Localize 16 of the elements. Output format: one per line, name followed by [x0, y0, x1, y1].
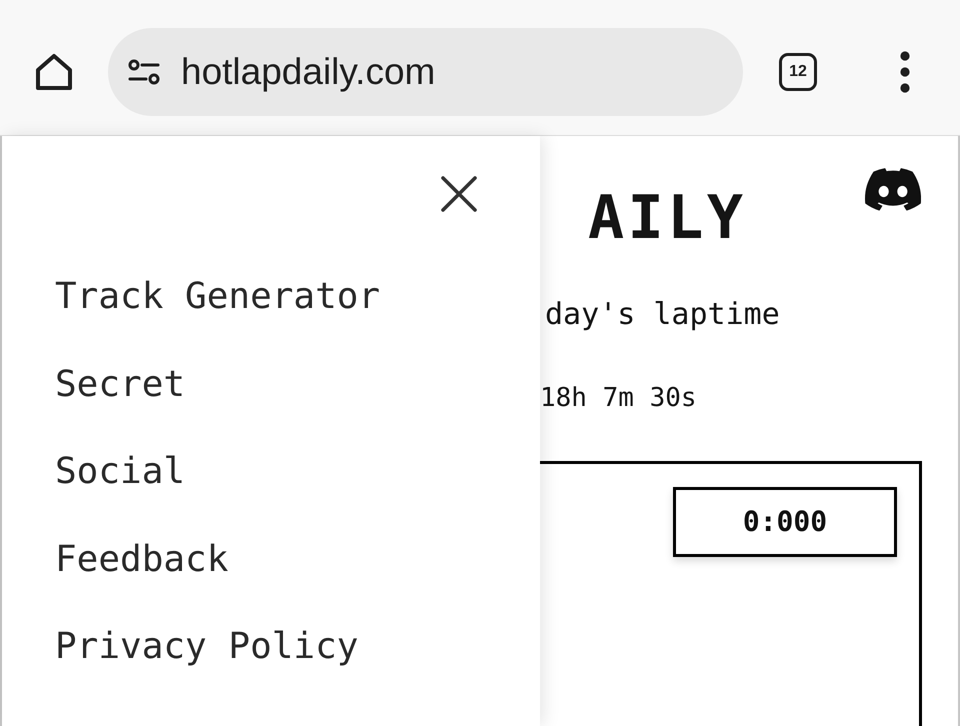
tune-icon[interactable] [128, 59, 160, 85]
three-dots-icon[interactable] [900, 51, 910, 93]
home-icon[interactable] [34, 53, 74, 91]
menu-link[interactable]: Track Generator [55, 253, 380, 340]
lap-timer: 0:000 [673, 487, 897, 558]
menu-link[interactable]: Secret [55, 340, 186, 428]
address-bar[interactable]: hotlapdaily.com [108, 28, 743, 116]
tab-switcher-button[interactable]: 12 [779, 53, 817, 91]
menu-link[interactable]: Privacy Policy [55, 603, 358, 690]
menu-link[interactable]: Social [55, 428, 186, 516]
countdown-text: 18h 7m 30s [540, 383, 697, 414]
subtitle-text: day's laptime [545, 297, 780, 333]
site-title: AILY [588, 188, 746, 248]
menu-link[interactable]: Feedback [55, 516, 228, 603]
close-icon[interactable] [440, 175, 478, 213]
discord-icon[interactable] [865, 168, 921, 211]
